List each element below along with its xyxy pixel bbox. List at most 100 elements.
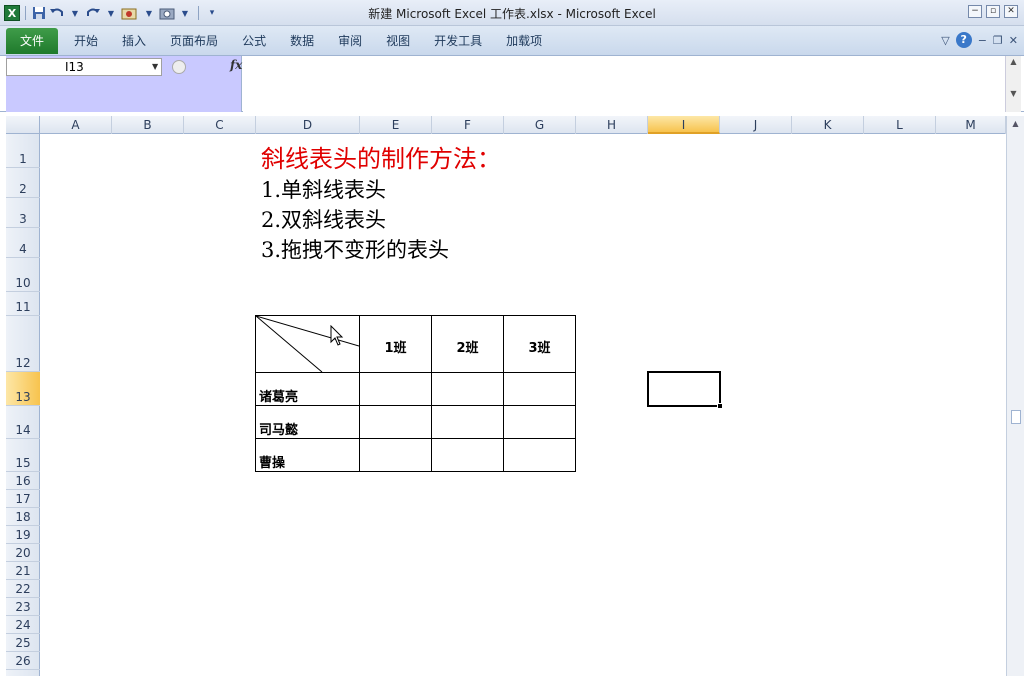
worksheet-grid[interactable]: 斜线表头的制作方法： 1.单斜线表头 2.双斜线表头 3.拖拽不变形的表头 1班…: [40, 134, 1006, 676]
row-header[interactable]: 20: [6, 544, 40, 562]
row-header[interactable]: 14: [6, 406, 40, 439]
table-cell[interactable]: [359, 438, 432, 472]
doc-restore-icon[interactable]: ❐: [993, 34, 1003, 47]
restore-button[interactable]: ▫: [986, 5, 1000, 18]
row-label-cell[interactable]: 曹操: [255, 438, 360, 472]
table-header-cell[interactable]: 2班: [431, 315, 504, 373]
table-header-cell[interactable]: 3班: [503, 315, 576, 373]
row-header[interactable]: 17: [6, 490, 40, 508]
column-header[interactable]: M: [936, 116, 1006, 134]
row-headers: 1 2 3 4 10 11 12 13 14 15 16 17 18 19 20…: [6, 134, 40, 676]
column-header[interactable]: J: [720, 116, 792, 134]
diagonal-header-table: 1班 2班 3班 诸葛亮 司马懿 曹操: [255, 315, 576, 472]
name-box[interactable]: I13: [6, 58, 162, 76]
insert-function-icon[interactable]: fx: [230, 58, 242, 72]
row-header[interactable]: 15: [6, 439, 40, 472]
scrollbar-thumb[interactable]: [1011, 410, 1021, 424]
table-cell[interactable]: [431, 438, 504, 472]
table-cell[interactable]: [431, 405, 504, 439]
tab-file[interactable]: 文件: [6, 28, 59, 54]
select-all-button[interactable]: [6, 116, 40, 134]
row-header-selected[interactable]: 13: [6, 372, 40, 406]
ribbon-controls: ▽ ? − ❐ ✕: [941, 32, 1018, 48]
active-cell-i13[interactable]: [647, 371, 723, 409]
row-header[interactable]: 23: [6, 598, 40, 616]
column-header[interactable]: E: [360, 116, 432, 134]
row-header[interactable]: 21: [6, 562, 40, 580]
doc-close-icon[interactable]: ✕: [1009, 34, 1018, 47]
column-headers: A B C D E F G H I J K L M: [6, 116, 1006, 134]
row-header[interactable]: 25: [6, 634, 40, 652]
row-header[interactable]: 3: [6, 198, 40, 228]
table-cell[interactable]: [359, 405, 432, 439]
column-header[interactable]: G: [504, 116, 576, 134]
column-header[interactable]: B: [112, 116, 184, 134]
column-header[interactable]: A: [40, 116, 112, 134]
row-label-cell[interactable]: 司马懿: [255, 405, 360, 439]
mouse-cursor-icon: [330, 325, 344, 346]
tab-add-ins[interactable]: 加载项: [494, 28, 554, 54]
tab-data[interactable]: 数据: [278, 28, 326, 54]
row-header[interactable]: 2: [6, 168, 40, 198]
tab-review[interactable]: 审阅: [326, 28, 374, 54]
table-cell[interactable]: [503, 438, 576, 472]
column-header[interactable]: C: [184, 116, 256, 134]
ribbon: 文件 开始 插入 页面布局 公式 数据 审阅 视图 开发工具 加载项 ▽ ? −…: [0, 26, 1024, 56]
row-header[interactable]: 19: [6, 526, 40, 544]
window-controls: − ▫ ✕: [968, 5, 1018, 18]
row-header[interactable]: 16: [6, 472, 40, 490]
method-item: 2.双斜线表头: [261, 208, 387, 232]
ribbon-collapse-icon[interactable]: ▽: [941, 34, 949, 47]
name-box-area: I13 ▼ fx: [6, 56, 242, 112]
ribbon-tabs: 文件 开始 插入 页面布局 公式 数据 审阅 视图 开发工具 加载项: [6, 28, 554, 54]
tab-developer[interactable]: 开发工具: [422, 28, 494, 54]
column-header[interactable]: H: [576, 116, 648, 134]
minimize-button[interactable]: −: [968, 5, 982, 18]
table-header-cell[interactable]: 1班: [359, 315, 432, 373]
tab-page-layout[interactable]: 页面布局: [158, 28, 230, 54]
tab-home[interactable]: 开始: [62, 28, 110, 54]
student-name: 诸葛亮: [259, 390, 299, 405]
tab-insert[interactable]: 插入: [110, 28, 158, 54]
row-label-cell[interactable]: 诸葛亮: [255, 372, 360, 406]
column-header[interactable]: K: [792, 116, 864, 134]
help-icon[interactable]: ?: [955, 32, 972, 48]
table-cell[interactable]: [503, 372, 576, 406]
close-button[interactable]: ✕: [1004, 5, 1018, 18]
name-box-dropdown-icon[interactable]: ▼: [152, 58, 158, 76]
formula-expand-icon[interactable]: [172, 60, 186, 74]
class-header: 1班: [384, 341, 407, 356]
table-cell[interactable]: [503, 405, 576, 439]
student-name: 司马懿: [259, 423, 299, 438]
fill-handle[interactable]: [717, 403, 723, 409]
row-header[interactable]: 18: [6, 508, 40, 526]
title-bar: X ▼ ▼ ▼ ▼ ▾ 新建 Microsoft Excel 工作表.xlsx …: [0, 0, 1024, 26]
row-header[interactable]: 22: [6, 580, 40, 598]
table-cell[interactable]: [431, 372, 504, 406]
column-header[interactable]: L: [864, 116, 936, 134]
row-header[interactable]: 10: [6, 258, 40, 292]
row-header[interactable]: 1: [6, 134, 40, 168]
doc-minimize-icon[interactable]: −: [978, 34, 987, 47]
row-header[interactable]: 11: [6, 292, 40, 316]
row-header[interactable]: 12: [6, 316, 40, 372]
formula-input[interactable]: [243, 56, 1005, 112]
vertical-scrollbar[interactable]: ▲: [1006, 116, 1024, 676]
student-name: 曹操: [259, 456, 286, 471]
column-header-selected[interactable]: I: [648, 116, 720, 134]
column-header[interactable]: F: [432, 116, 504, 134]
method-item: 3.拖拽不变形的表头: [261, 238, 450, 262]
formula-scrollbar[interactable]: ▲ ▼: [1005, 56, 1021, 112]
class-header: 2班: [456, 341, 479, 356]
row-header[interactable]: 26: [6, 652, 40, 670]
tab-view[interactable]: 视图: [374, 28, 422, 54]
excel-window: X ▼ ▼ ▼ ▼ ▾ 新建 Microsoft Excel 工作表.xlsx …: [0, 0, 1024, 676]
column-header[interactable]: D: [256, 116, 360, 134]
scroll-down-icon[interactable]: ▼: [1006, 88, 1021, 100]
tab-formulas[interactable]: 公式: [230, 28, 278, 54]
table-cell[interactable]: [359, 372, 432, 406]
row-header[interactable]: 24: [6, 616, 40, 634]
scroll-up-icon[interactable]: ▲: [1006, 56, 1021, 68]
row-header[interactable]: 4: [6, 228, 40, 258]
scroll-up-icon[interactable]: ▲: [1007, 116, 1024, 132]
